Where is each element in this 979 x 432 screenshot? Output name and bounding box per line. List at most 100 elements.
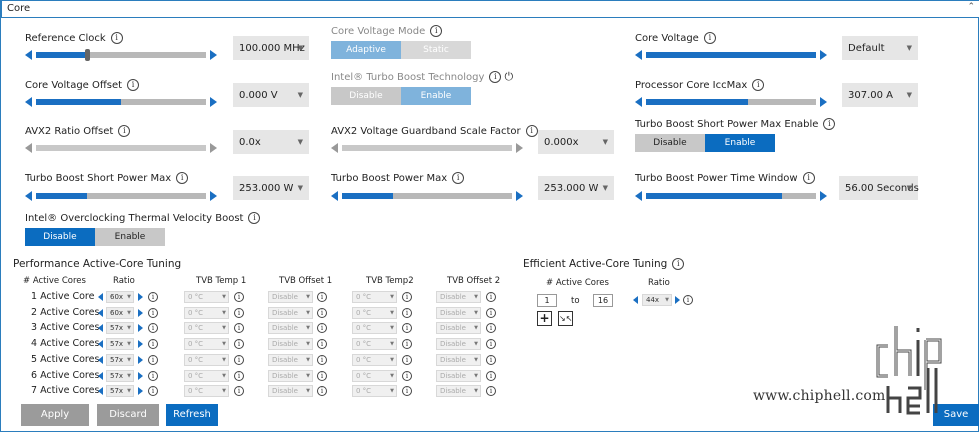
core-voltage-offset-dropdown[interactable]: 0.000 V ▼	[233, 83, 309, 107]
toggle-option-disable[interactable]: Disable	[25, 228, 95, 246]
info-icon[interactable]: i	[234, 292, 244, 302]
ratio-dropdown[interactable]: 60x ▼	[106, 291, 134, 303]
increase-arrow-icon[interactable]	[210, 50, 217, 60]
reference-clock-dropdown[interactable]: 100.000 MHz ▼	[233, 36, 309, 60]
increase-arrow-icon[interactable]	[820, 50, 827, 60]
info-icon[interactable]: i	[317, 339, 327, 349]
info-icon[interactable]: i	[683, 295, 693, 305]
info-icon[interactable]: i	[703, 32, 716, 44]
info-icon[interactable]: i	[430, 25, 443, 37]
ratio-increase-icon[interactable]	[138, 324, 143, 332]
ratio-decrease-icon[interactable]	[98, 387, 103, 395]
info-icon[interactable]: i	[148, 308, 158, 318]
turbo-boost-tech-toggle[interactable]: Disable Enable	[331, 87, 471, 105]
tvb-offset2-dropdown[interactable]: Disable ▼	[436, 307, 481, 319]
info-icon[interactable]: i	[486, 355, 496, 365]
tvb-temp2-dropdown[interactable]: 0 °C ▼	[352, 370, 397, 382]
increase-arrow-icon[interactable]	[210, 97, 217, 107]
avx2-guardband-dropdown[interactable]: 0.000x ▼	[538, 130, 614, 154]
tvb-temp1-dropdown[interactable]: 0 °C ▼	[184, 338, 229, 350]
toggle-option-disable[interactable]: Disable	[635, 134, 705, 152]
tvb-offset1-dropdown[interactable]: Disable ▼	[268, 354, 313, 366]
eff-ratio-dropdown[interactable]: 44x ▼	[642, 294, 672, 306]
tvb-offset1-dropdown[interactable]: Disable ▼	[268, 291, 313, 303]
info-icon[interactable]: i	[402, 386, 412, 396]
avx2-ratio-offset-dropdown[interactable]: 0.0x ▼	[233, 130, 309, 154]
info-icon[interactable]: i	[148, 371, 158, 381]
info-icon[interactable]: i	[248, 212, 261, 224]
apply-button[interactable]: Apply	[21, 404, 89, 426]
tvb-offset2-dropdown[interactable]: Disable ▼	[436, 291, 481, 303]
decrease-arrow-icon[interactable]	[635, 97, 642, 107]
ratio-dropdown[interactable]: 57x ▼	[106, 354, 134, 366]
info-icon[interactable]: i	[317, 308, 327, 318]
ratio-dropdown[interactable]: 57x ▼	[106, 385, 134, 397]
decrease-arrow-icon[interactable]	[331, 191, 338, 201]
increase-arrow-icon[interactable]	[210, 143, 217, 153]
ratio-dropdown[interactable]: 60x ▼	[106, 307, 134, 319]
eff-from-input[interactable]: 1	[537, 294, 557, 307]
power-max-dropdown[interactable]: 253.000 W ▼	[538, 176, 614, 200]
ratio-increase-icon[interactable]	[138, 309, 143, 317]
info-icon[interactable]: i	[486, 339, 496, 349]
increase-arrow-icon[interactable]	[820, 97, 827, 107]
tvb-temp2-dropdown[interactable]: 0 °C ▼	[352, 322, 397, 334]
short-power-max-enable-toggle[interactable]: Disable Enable	[635, 134, 775, 152]
ratio-increase-icon[interactable]	[138, 387, 143, 395]
ratio-dropdown[interactable]: 57x ▼	[106, 370, 134, 382]
eff-to-input[interactable]: 16	[593, 294, 613, 307]
info-icon[interactable]: i	[234, 371, 244, 381]
chevron-up-icon[interactable]: ⌃	[967, 2, 975, 12]
tvb-temp2-dropdown[interactable]: 0 °C ▼	[352, 291, 397, 303]
tvb-temp2-dropdown[interactable]: 0 °C ▼	[352, 307, 397, 319]
info-icon[interactable]: i	[234, 386, 244, 396]
info-icon[interactable]: i	[486, 371, 496, 381]
tvb-offset2-dropdown[interactable]: Disable ▼	[436, 354, 481, 366]
avx2-guardband-slider[interactable]	[331, 143, 523, 153]
info-icon[interactable]: i	[148, 323, 158, 333]
tvb-temp2-dropdown[interactable]: 0 °C ▼	[352, 385, 397, 397]
short-power-max-slider[interactable]	[25, 191, 217, 201]
tvb-offset1-dropdown[interactable]: Disable ▼	[268, 370, 313, 382]
toggle-option-enable[interactable]: Enable	[401, 87, 471, 105]
ratio-decrease-icon[interactable]	[98, 309, 103, 317]
tvb-offset1-dropdown[interactable]: Disable ▼	[268, 338, 313, 350]
info-icon[interactable]: i	[148, 386, 158, 396]
info-icon[interactable]: i	[234, 323, 244, 333]
decrease-arrow-icon[interactable]	[635, 50, 642, 60]
info-icon[interactable]: i	[118, 125, 131, 137]
add-range-icon[interactable]: +	[537, 311, 552, 326]
info-icon[interactable]: i	[234, 355, 244, 365]
info-icon[interactable]: i	[486, 323, 496, 333]
decrease-arrow-icon[interactable]	[25, 191, 32, 201]
tvb-offset2-dropdown[interactable]: Disable ▼	[436, 338, 481, 350]
tvb-offset2-dropdown[interactable]: Disable ▼	[436, 322, 481, 334]
info-icon[interactable]: i	[486, 308, 496, 318]
ratio-dropdown[interactable]: 57x ▼	[106, 322, 134, 334]
tvb-temp1-dropdown[interactable]: 0 °C ▼	[184, 307, 229, 319]
tvb-offset1-dropdown[interactable]: Disable ▼	[268, 307, 313, 319]
decrease-arrow-icon[interactable]	[331, 143, 338, 153]
power-time-window-dropdown[interactable]: 56.00 Seconds ▼	[839, 176, 919, 200]
ratio-decrease-icon[interactable]	[98, 340, 103, 348]
discard-button[interactable]: Discard	[97, 404, 159, 426]
tvb-temp1-dropdown[interactable]: 0 °C ▼	[184, 291, 229, 303]
avx2-ratio-offset-slider[interactable]	[25, 143, 217, 153]
ratio-dropdown[interactable]: 57x ▼	[106, 338, 134, 350]
info-icon[interactable]: i	[486, 386, 496, 396]
tvb-temp1-dropdown[interactable]: 0 °C ▼	[184, 370, 229, 382]
info-icon[interactable]: i	[110, 32, 123, 44]
increase-arrow-icon[interactable]	[210, 191, 217, 201]
info-icon[interactable]: i	[489, 71, 502, 83]
increase-arrow-icon[interactable]	[516, 143, 523, 153]
toggle-option-adaptive[interactable]: Adaptive	[331, 41, 401, 59]
ratio-increase-icon[interactable]	[138, 372, 143, 380]
info-icon[interactable]: i	[402, 355, 412, 365]
info-icon[interactable]: i	[127, 79, 140, 91]
info-icon[interactable]: i	[402, 339, 412, 349]
info-icon[interactable]: i	[234, 339, 244, 349]
info-icon[interactable]: i	[176, 172, 189, 184]
info-icon[interactable]: i	[823, 118, 836, 130]
info-icon[interactable]: i	[234, 308, 244, 318]
toggle-option-disable[interactable]: Disable	[331, 87, 401, 105]
